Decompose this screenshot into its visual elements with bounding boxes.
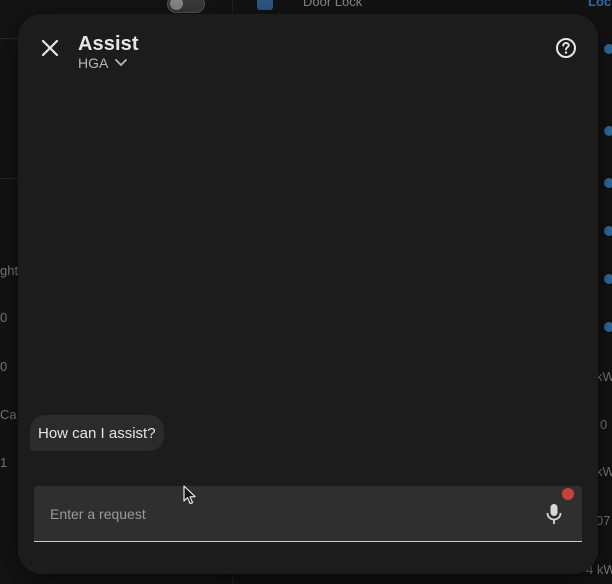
lock-icon (257, 0, 273, 10)
help-circle-icon (556, 38, 576, 58)
microphone-icon (546, 504, 562, 524)
entity-state-dot (604, 274, 612, 284)
lock-title: Door Lock (303, 0, 363, 9)
pipeline-label: HGA (78, 55, 109, 71)
background-label: 0 (0, 310, 8, 325)
mic-status-badge (562, 488, 574, 500)
request-input[interactable] (34, 486, 524, 541)
entity-state-dot (604, 126, 612, 136)
close-icon (41, 39, 59, 57)
background-label: 0 (600, 417, 608, 432)
microphone-button[interactable] (540, 500, 568, 528)
dialog-title: Assist (78, 33, 139, 55)
pipeline-selector[interactable]: HGA (78, 55, 128, 71)
lock-action-button[interactable]: Loc (588, 0, 611, 9)
background-label: ght (0, 263, 19, 278)
background-toggle[interactable] (167, 0, 205, 13)
entity-state-dot (604, 322, 612, 332)
mouse-cursor-icon (183, 485, 196, 505)
background-label: kW (596, 464, 612, 479)
help-button[interactable] (550, 32, 582, 64)
assistant-message-bubble: How can I assist? (30, 415, 164, 451)
close-button[interactable] (34, 32, 66, 64)
entity-state-dot (604, 44, 612, 54)
background-label: kW (596, 369, 612, 384)
entity-state-dot (604, 178, 612, 188)
background-label: 0 (0, 359, 8, 374)
assist-dialog: Assist HGA How can I assist? (18, 14, 598, 574)
chevron-down-icon (115, 59, 128, 66)
background-label: 07 (596, 513, 611, 528)
entity-state-dot (604, 226, 612, 236)
background-label: 1 (0, 455, 8, 470)
background-label: Ca (0, 407, 17, 422)
request-input-container (34, 486, 582, 542)
